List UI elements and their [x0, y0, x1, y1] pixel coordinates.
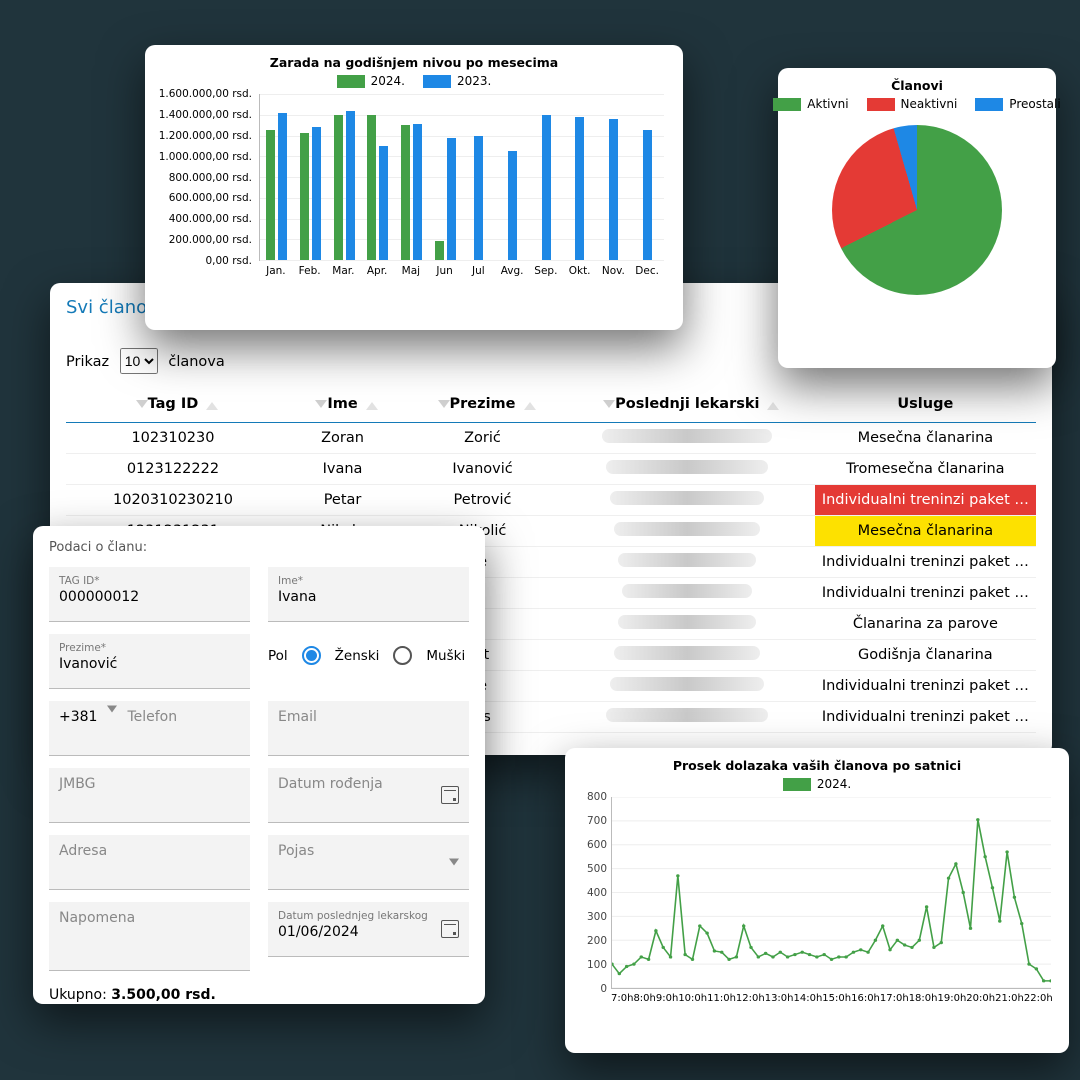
pol-radio-group: Pol Ženski Muški [268, 634, 469, 665]
calendar-icon[interactable] [441, 786, 459, 804]
calendar-icon[interactable] [441, 920, 459, 938]
lekarski-field[interactable]: Datum poslednjeg lekarskog01/06/2024 [268, 902, 469, 957]
pie-leg-active: Aktivni [773, 97, 848, 111]
page-label-post: članova [168, 354, 224, 370]
bar-chart-card: Zarada na godišnjem nivou po mesecima 20… [145, 45, 683, 330]
th-tag[interactable]: Tag ID [66, 386, 280, 423]
dob-field[interactable]: Datum rođenja [268, 768, 469, 823]
pie-title: Članovi [788, 78, 1046, 93]
pol-label: Pol [268, 648, 288, 664]
tag-id-field[interactable]: TAG ID*000000012 [49, 567, 250, 622]
pie-leg-remain: Preostali [975, 97, 1060, 111]
pie-leg-inactive: Neaktivni [867, 97, 958, 111]
line-plot: 8007006005004003002001000 7:0h8:0h9:0h10… [577, 797, 1057, 1007]
line-chart-card: Prosek dolazaka vaših članova po satnici… [565, 748, 1069, 1053]
adresa-field[interactable]: Adresa [49, 835, 250, 890]
radio-female[interactable] [302, 646, 321, 665]
table-row[interactable]: 1020310230210PetarPetrovićIndividualni t… [66, 485, 1036, 516]
table-row[interactable]: 102310230ZoranZorićMesečna članarina [66, 423, 1036, 454]
total-row: Ukupno: 3.500,00 rsd. [49, 987, 469, 1003]
dial-chevron-down-icon[interactable] [107, 706, 117, 713]
line-title: Prosek dolazaka vaših članova po satnici [577, 758, 1057, 773]
bar-legend-2024: 2024. [337, 74, 405, 88]
bar-title: Zarada na godišnjem nivou po mesecima [159, 55, 669, 70]
radio-male[interactable] [393, 646, 412, 665]
napomena-field[interactable]: Napomena [49, 902, 250, 971]
pie-chart [832, 125, 1002, 295]
page-label-pre: Prikaz [66, 354, 109, 370]
phone-field[interactable]: +381Telefon [49, 701, 250, 756]
member-form-card: Podaci o članu: TAG ID*000000012 Ime*Iva… [33, 526, 485, 1004]
email-field[interactable]: Email [268, 701, 469, 756]
pie-chart-card: Članovi Aktivni Neaktivni Preostali [778, 68, 1056, 368]
line-legend: 2024. [783, 777, 851, 791]
th-ime[interactable]: Ime [280, 386, 405, 423]
page-size-select[interactable]: 10 [120, 348, 158, 374]
form-header: Podaci o članu: [49, 540, 469, 555]
pojas-field[interactable]: Pojas [268, 835, 469, 890]
ime-field[interactable]: Ime*Ivana [268, 567, 469, 622]
th-lek[interactable]: Poslednji lekarski [560, 386, 815, 423]
th-svc[interactable]: Usluge [815, 386, 1036, 423]
jmbg-field[interactable]: JMBG [49, 768, 250, 823]
bar-plot: 1.600.000,00 rsd.1.400.000,00 rsd.1.200.… [159, 94, 669, 279]
chevron-down-icon [449, 859, 459, 866]
prezime-field[interactable]: Prezime*Ivanović [49, 634, 250, 689]
table-row[interactable]: 0123122222IvanaIvanovićTromesečna članar… [66, 454, 1036, 485]
bar-legend-2023: 2023. [423, 74, 491, 88]
th-prez[interactable]: Prezime [405, 386, 560, 423]
